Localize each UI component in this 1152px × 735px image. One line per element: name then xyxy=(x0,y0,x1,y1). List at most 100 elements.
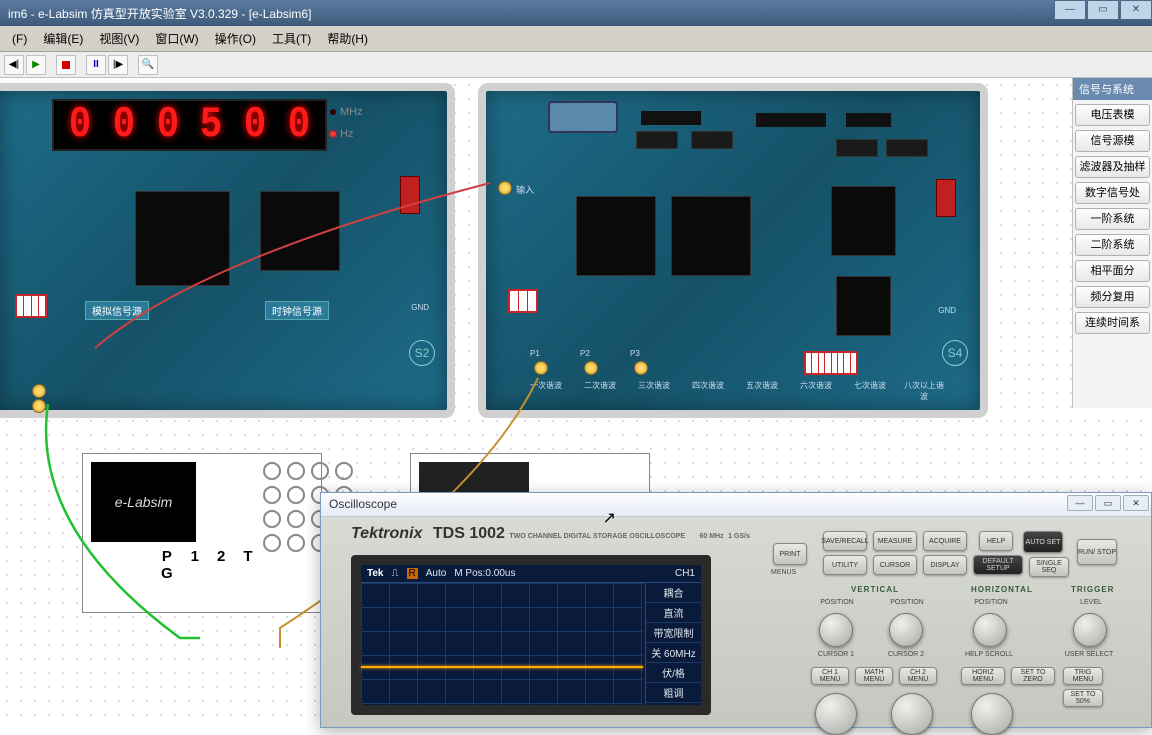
side-panel: 信号与系统 电压表模 信号源模 滤波器及抽样 数字信号处 一阶系统 二阶系统 相… xyxy=(1072,78,1152,408)
probe-g-label: G xyxy=(161,565,173,582)
scope-menu-coarse[interactable]: 粗调 xyxy=(646,683,701,703)
menu-edit[interactable]: 编辑(E) xyxy=(35,27,91,50)
ch1-menu-button[interactable]: CH 1 MENU xyxy=(811,667,849,685)
power-switch[interactable] xyxy=(400,176,420,214)
panel-button[interactable] xyxy=(311,462,329,480)
ch2-menu-button[interactable]: CH 2 MENU xyxy=(899,667,937,685)
menu-operate[interactable]: 操作(O) xyxy=(207,27,264,50)
menu-help[interactable]: 帮助(H) xyxy=(319,27,376,50)
cursor-button[interactable]: CURSOR xyxy=(873,555,917,575)
level-label: LEVEL xyxy=(1071,599,1111,606)
display-button[interactable]: DISPLAY xyxy=(923,555,967,575)
side-btn-continuous[interactable]: 连续时间系 xyxy=(1075,312,1150,334)
toolbar-zoom[interactable]: 🔍 xyxy=(138,55,158,75)
osc-close-button[interactable]: ✕ xyxy=(1123,495,1149,511)
minimize-button[interactable]: — xyxy=(1054,0,1086,20)
print-button[interactable]: PRINT xyxy=(773,543,807,565)
panel-button[interactable] xyxy=(287,462,305,480)
panel-button[interactable] xyxy=(263,486,281,504)
panel-button[interactable] xyxy=(263,462,281,480)
board-s2[interactable]: 0 0 0 5 0 0 MHz Hz 模拟信号源 时钟信号源 S2 GND xyxy=(0,83,455,418)
power-switch[interactable] xyxy=(936,179,956,217)
math-menu-button[interactable]: MATH MENU xyxy=(855,667,893,685)
single-seq-button[interactable]: SINGLE SEQ xyxy=(1029,557,1069,577)
set-to-50-button[interactable]: SET TO 50% xyxy=(1063,689,1103,707)
digit-3: 5 xyxy=(195,103,227,147)
scope-menu-coupling[interactable]: 耦合 xyxy=(646,583,701,603)
trig-menu-button[interactable]: TRIG MENU xyxy=(1063,667,1103,685)
harmonic-port-1[interactable] xyxy=(534,361,548,375)
side-btn-filter[interactable]: 滤波器及抽样 xyxy=(1075,156,1150,178)
measure-button[interactable]: MEASURE xyxy=(873,531,917,551)
panel-button[interactable] xyxy=(287,510,305,528)
scope-sample-rate: 1 GS/s xyxy=(728,533,750,540)
utility-button[interactable]: UTILITY xyxy=(823,555,867,575)
scope-menu-dc[interactable]: 直流 xyxy=(646,603,701,623)
oscilloscope-title-bar[interactable]: Oscilloscope — ▭ ✕ xyxy=(321,493,1151,517)
panel-button[interactable] xyxy=(287,534,305,552)
helpscroll-label: HELP SCROLL xyxy=(959,651,1019,658)
toolbar-step-fwd[interactable]: |▶ xyxy=(108,55,128,75)
chip-icon xyxy=(836,139,878,157)
menu-file[interactable]: (F) xyxy=(4,29,35,49)
scope-menu-bwlimit[interactable]: 带宽限制 xyxy=(646,623,701,643)
ch1-position-knob[interactable] xyxy=(819,613,853,647)
side-btn-phase-plane[interactable]: 相平面分 xyxy=(1075,260,1150,282)
autoset-button[interactable]: AUTO SET xyxy=(1023,531,1063,553)
close-button[interactable]: ✕ xyxy=(1120,0,1152,20)
harmonic-port-3[interactable] xyxy=(634,361,648,375)
panel-button[interactable] xyxy=(287,486,305,504)
menu-tools[interactable]: 工具(T) xyxy=(264,27,319,50)
dip-switch[interactable] xyxy=(804,351,858,375)
side-btn-second-order[interactable]: 二阶系统 xyxy=(1075,234,1150,256)
clock-source-label: 时钟信号源 xyxy=(265,301,329,320)
side-btn-fdm[interactable]: 频分复用 xyxy=(1075,286,1150,308)
set-to-zero-button[interactable]: SET TO ZERO xyxy=(1011,667,1055,685)
toolbar-stop[interactable] xyxy=(56,55,76,75)
position-label: POSITION xyxy=(971,599,1011,606)
scope-menu-off60[interactable]: 关 60MHz xyxy=(646,643,701,663)
menu-window[interactable]: 窗口(W) xyxy=(147,27,206,50)
ch1-scale-knob[interactable] xyxy=(815,693,857,735)
ch2-scale-knob[interactable] xyxy=(891,693,933,735)
panel-button[interactable] xyxy=(263,510,281,528)
acquire-button[interactable]: ACQUIRE xyxy=(923,531,967,551)
ch2-position-knob[interactable] xyxy=(889,613,923,647)
output-port[interactable] xyxy=(32,384,46,398)
run-stop-button[interactable]: RUN/ STOP xyxy=(1077,539,1117,565)
output-port[interactable] xyxy=(32,399,46,413)
instrument-panel[interactable]: e-Labsim PG 1 2 T xyxy=(82,453,322,613)
harmonic-port-2[interactable] xyxy=(584,361,598,375)
horiz-menu-button[interactable]: HORIZ MENU xyxy=(961,667,1005,685)
menu-view[interactable]: 视图(V) xyxy=(91,27,147,50)
toolbar-pause[interactable]: II xyxy=(86,55,106,75)
scope-grid xyxy=(361,583,643,705)
maximize-button[interactable]: ▭ xyxy=(1087,0,1119,20)
instrument-screen: e-Labsim xyxy=(91,462,196,542)
toolbar-step-back[interactable]: ◀| xyxy=(4,55,24,75)
side-btn-voltmeter[interactable]: 电压表模 xyxy=(1075,104,1150,126)
toolbar-play[interactable]: ▶ xyxy=(26,55,46,75)
cursor1-label: CURSOR 1 xyxy=(811,651,861,658)
panel-button[interactable] xyxy=(263,534,281,552)
osc-maximize-button[interactable]: ▭ xyxy=(1095,495,1121,511)
scope-menu-voltsdiv[interactable]: 伏/格 xyxy=(646,663,701,683)
board-s4[interactable]: 输入 P1 P2 P3 一次谐波 二次谐波 三次谐波 四次谐波 五次谐波 六次谐… xyxy=(478,83,988,418)
trigger-level-knob[interactable] xyxy=(1073,613,1107,647)
input-port[interactable] xyxy=(498,181,512,195)
horiz-position-knob[interactable] xyxy=(973,613,1007,647)
instrument-screen-2 xyxy=(419,462,529,496)
side-btn-dsp[interactable]: 数字信号处 xyxy=(1075,182,1150,204)
panel-button[interactable] xyxy=(335,462,353,480)
side-btn-first-order[interactable]: 一阶系统 xyxy=(1075,208,1150,230)
dip-switch[interactable] xyxy=(15,294,47,318)
help-button[interactable]: HELP xyxy=(979,531,1013,551)
scope-auto-label: Auto xyxy=(426,568,447,579)
side-btn-source[interactable]: 信号源模 xyxy=(1075,130,1150,152)
dip-switch[interactable] xyxy=(508,289,538,313)
time-scale-knob[interactable] xyxy=(971,693,1013,735)
default-setup-button[interactable]: DEFAULT SETUP xyxy=(973,555,1023,575)
osc-minimize-button[interactable]: — xyxy=(1067,495,1093,511)
oscilloscope-window[interactable]: Oscilloscope — ▭ ✕ Tektronix TDS 1002 TW… xyxy=(320,492,1152,728)
save-recall-button[interactable]: SAVE/RECALL xyxy=(823,531,867,551)
